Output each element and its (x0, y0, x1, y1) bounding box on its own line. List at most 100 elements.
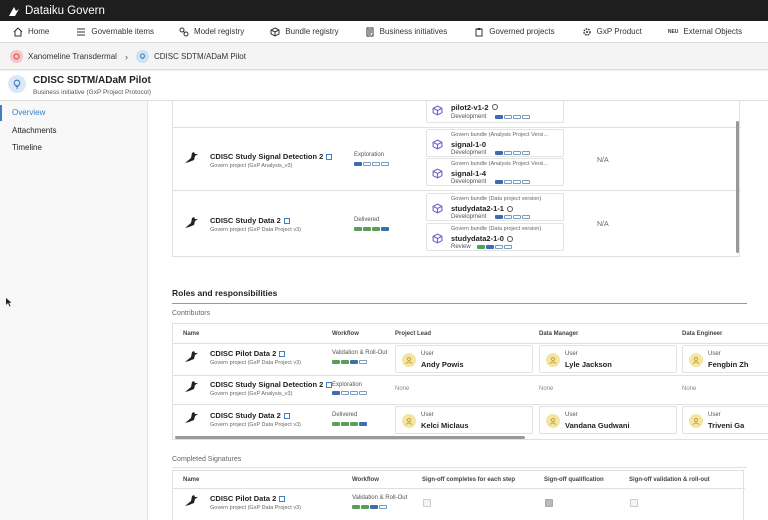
user-name: Lyle Jackson (565, 360, 612, 369)
sidebar-item-attachments[interactable]: Attachments (0, 123, 148, 139)
signoff-qualification-checkbox[interactable] (545, 499, 553, 507)
user-role-label: User (565, 412, 578, 418)
project-type: Govern project (GxP Data Project v3) (210, 227, 301, 233)
user-card[interactable]: User Kelci Miclaus (395, 406, 533, 434)
info-icon (506, 236, 513, 243)
bundle-card[interactable]: Govern bundle (Data project version) stu… (426, 223, 564, 251)
column-header-data-engineer[interactable]: Data Engineer (682, 331, 722, 337)
dataiku-logo-icon[interactable] (8, 5, 20, 17)
bundle-card[interactable]: Govern bundle (Analysis Project Versi...… (426, 129, 564, 157)
user-card[interactable]: User Triveni Ga (682, 406, 768, 434)
app-topbar: Dataiku Govern (0, 0, 768, 21)
user-card[interactable]: User Lyle Jackson (539, 345, 677, 373)
progress-bar (332, 422, 367, 426)
breadcrumb-item-xanomeline[interactable]: Xanomeline Transdermal (10, 50, 117, 63)
column-header-workflow[interactable]: Workflow (352, 477, 379, 483)
project-name[interactable]: CDISC Pilot Data 2 (210, 494, 286, 503)
project-name[interactable]: CDISC Study Signal Detection 2 (210, 152, 333, 161)
nav-business-initiatives[interactable]: Business initiatives (365, 27, 447, 37)
na-value: N/A (597, 157, 609, 164)
user-name: Vandana Gudwani (565, 421, 630, 430)
initiative-icon (10, 50, 23, 63)
project-type: Govern project (GxP Data Project v3) (210, 422, 301, 428)
workflow-label: Exploration (332, 382, 363, 388)
progress-bar (354, 162, 389, 166)
bundle-name: signal-1-0 (451, 140, 487, 149)
progress-bar (352, 505, 387, 509)
cube-icon (432, 168, 443, 179)
nav-home[interactable]: Home (13, 26, 49, 37)
table-horizontal-scrollbar[interactable] (175, 436, 525, 439)
gear-icon (582, 27, 591, 36)
signoff-step-checkbox[interactable] (423, 499, 431, 507)
page-subtitle: Business initiative (GxP Project Protoco… (33, 89, 152, 96)
contributors-label: Contributors (172, 310, 211, 317)
project-type: Govern project (GxP Analysis_v3) (210, 163, 293, 169)
info-icon (492, 104, 498, 110)
progress-bar (495, 180, 530, 184)
external-link-icon[interactable] (326, 154, 333, 161)
row-divider (173, 190, 741, 191)
column-header-signoff-step[interactable]: Sign-off completes for each step (422, 477, 515, 483)
column-header-signoff-validation[interactable]: Sign-off validation & roll-out (629, 477, 710, 483)
sidebar-item-timeline[interactable]: Timeline (0, 140, 148, 156)
table-vertical-scrollbar[interactable] (736, 121, 739, 253)
project-type: Govern project (GxP Data Project v3) (210, 360, 301, 366)
signoff-validation-checkbox[interactable] (630, 499, 638, 507)
user-card[interactable]: User Fengbin Zh (682, 345, 768, 373)
breadcrumb-item-cdisc[interactable]: CDISC SDTM/ADaM Pilot (135, 50, 246, 63)
nav-gxp-product[interactable]: GxP Product (582, 27, 642, 37)
nav-model-registry[interactable]: Model registry (179, 27, 244, 37)
cube-icon (432, 139, 443, 150)
external-link-icon[interactable] (279, 351, 286, 358)
user-name: Triveni Ga (708, 421, 745, 430)
external-link-icon[interactable] (283, 413, 290, 420)
cube-icon (432, 203, 443, 214)
nav-governable-items[interactable]: Governable items (76, 27, 154, 37)
user-card[interactable]: User Vandana Gudwani (539, 406, 677, 434)
workflow-label: Delivered (332, 412, 358, 418)
nav-bundle-registry[interactable]: Bundle registry (270, 26, 339, 37)
project-bird-icon (185, 495, 198, 506)
column-header-name[interactable]: Name (183, 477, 199, 483)
bundle-status: Review (451, 244, 471, 250)
project-type: Govern project (GxP Analysis_v3) (210, 391, 293, 397)
nav-gxp-product-label: GxP Product (596, 27, 642, 36)
user-role-label: User (708, 412, 721, 418)
nav-model-registry-label: Model registry (194, 27, 245, 36)
app-title[interactable]: Dataiku Govern (25, 5, 105, 17)
nav-external-objects[interactable]: NEU External Objects (668, 27, 742, 36)
signatures-table: Name Workflow Sign-off completes for eac… (172, 470, 745, 520)
user-avatar-icon (689, 353, 703, 367)
chevron-right-icon: › (124, 51, 128, 62)
external-link-icon[interactable] (279, 496, 286, 503)
row-divider (173, 343, 768, 344)
section-divider (172, 303, 747, 304)
column-header-workflow[interactable]: Workflow (332, 331, 359, 337)
main-content: pilot2-v1-2 Development CDISC Study Sign… (148, 101, 768, 520)
column-header-data-manager[interactable]: Data Manager (539, 331, 578, 337)
project-name[interactable]: CDISC Study Data 2 (210, 216, 290, 225)
clipboard-icon (475, 27, 483, 36)
project-type: Govern project (GxP Data Project v3) (210, 505, 301, 511)
project-name[interactable]: CDISC Pilot Data 2 (210, 349, 286, 358)
row-divider (173, 488, 745, 489)
project-name[interactable]: CDISC Study Data 2 (210, 411, 290, 420)
user-card[interactable]: User Andy Powis (395, 345, 533, 373)
bundle-card[interactable]: Govern bundle (Data project version) stu… (426, 193, 564, 221)
column-header-project-lead[interactable]: Project Lead (395, 331, 431, 337)
bundle-kind: Govern bundle (Data project version) (451, 226, 542, 232)
bundle-card[interactable]: pilot2-v1-2 Development (426, 101, 564, 123)
project-name[interactable]: CDISC Study Signal Detection 2 (210, 380, 333, 389)
bundle-card[interactable]: Govern bundle (Analysis Project Versi...… (426, 158, 564, 186)
sidebar-item-overview[interactable]: Overview (0, 105, 148, 121)
page-title: CDISC SDTM/ADaM Pilot (33, 75, 151, 86)
column-header-signoff-qualification[interactable]: Sign-off qualification (544, 477, 604, 483)
nav-governed-projects[interactable]: Governed projects (474, 27, 555, 37)
row-divider (173, 404, 768, 405)
mouse-cursor-icon (6, 298, 12, 307)
column-header-name[interactable]: Name (183, 331, 199, 337)
progress-bar (477, 245, 512, 249)
external-link-icon[interactable] (283, 218, 290, 225)
user-avatar-icon (546, 353, 560, 367)
